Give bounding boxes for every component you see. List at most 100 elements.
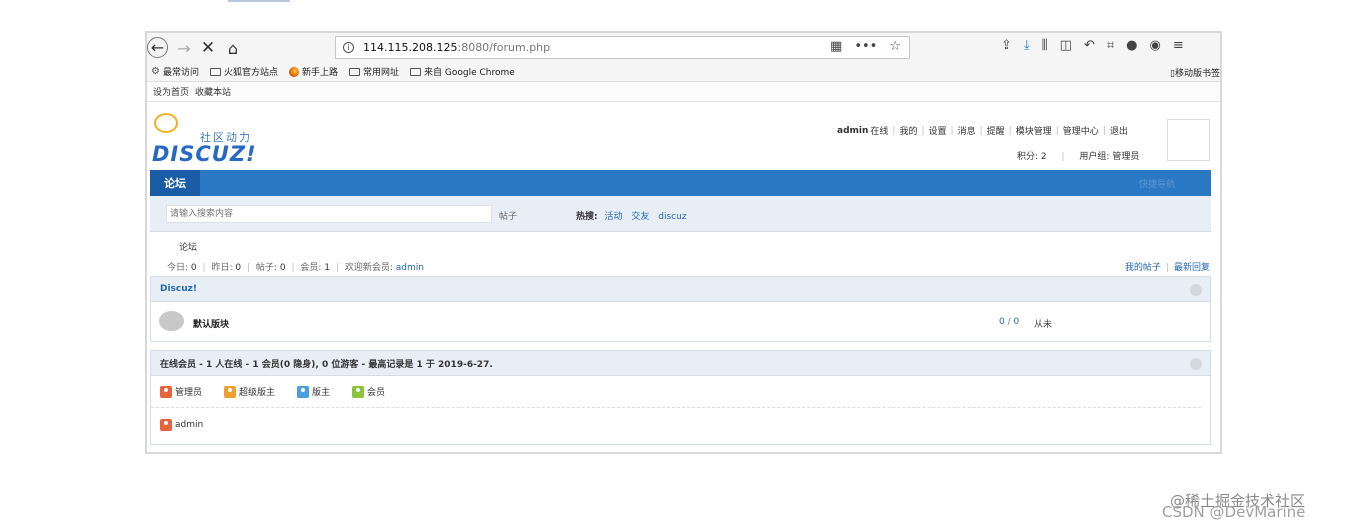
search-bar: 帖子 热搜: 活动 交友 discuz — [150, 196, 1211, 232]
bookmark-star-icon[interactable]: ☆ — [889, 39, 901, 54]
bookmark-firefox-site[interactable]: 火狐官方站点 — [209, 65, 278, 78]
bookmark-common-sites[interactable]: 常用网址 — [349, 65, 399, 78]
mobile-bookmarks[interactable]: ▯移动版书签 — [1170, 66, 1220, 79]
url-host: 114.115.208.125 — [363, 41, 458, 54]
moderator-icon — [297, 385, 310, 398]
username-link[interactable]: admin — [837, 126, 868, 136]
bookmarks-bar: ⚙ 最常访问 火狐官方站点 新手上路 常用网址 来自 Google Chrome … — [147, 62, 1220, 82]
set-home-link[interactable]: 设为首页 — [153, 85, 189, 98]
download-icon[interactable]: ⤓ — [1024, 38, 1030, 53]
search-type-select[interactable]: 帖子 — [499, 209, 517, 222]
search-input[interactable] — [166, 205, 492, 223]
browser-window: ← → ✕ ⌂ i 114.115.208.125:8080/forum.php… — [145, 31, 1222, 454]
more-actions-icon[interactable]: ••• — [854, 39, 877, 54]
legend-admin: 管理员 — [160, 385, 202, 398]
url-bar[interactable]: i 114.115.208.125:8080/forum.php ▦ ••• ☆ — [335, 36, 910, 59]
breadcrumb[interactable]: 论坛 — [179, 240, 197, 253]
online-status[interactable]: 在线 — [870, 124, 888, 137]
sidebar-icon[interactable]: ◫ — [1060, 38, 1072, 53]
undo-icon[interactable]: ↶ — [1084, 38, 1095, 53]
newest-member-link[interactable]: admin — [396, 263, 424, 273]
qr-code-icon[interactable]: ▦ — [830, 39, 842, 54]
hot-word[interactable]: 活动 — [604, 212, 622, 222]
bookmark-site-link[interactable]: 收藏本站 — [195, 85, 231, 98]
share-icon[interactable]: ⇪ — [1001, 38, 1012, 53]
home-button[interactable]: ⌂ — [222, 37, 244, 59]
menu-admin-center[interactable]: 管理中心 — [1063, 124, 1099, 137]
online-username[interactable]: admin — [175, 420, 203, 430]
main-nav: 论坛 快捷导航 — [150, 170, 1211, 196]
stop-button[interactable]: ✕ — [197, 37, 219, 59]
url-path: :8080/forum.php — [457, 41, 551, 54]
back-button[interactable]: ← — [147, 37, 168, 58]
forum-bubble-icon — [159, 311, 184, 331]
legend-moderator: 版主 — [297, 385, 330, 398]
online-header: 在线会员 - 1 人在线 - 1 会员(0 隐身), 0 位游客 - 最高记录是… — [151, 351, 1210, 376]
online-summary: 在线会员 - 1 人在线 - 1 会员(0 隐身), 0 位游客 - 最高记录是… — [160, 359, 493, 370]
user-menu: admin 在线 | 我的 | 设置 | 消息 | 提醒 | 模块管理 | 管理… — [837, 124, 1128, 138]
discuz-logo[interactable]: 社区动力 DISCUZ! — [152, 113, 272, 168]
category-box: Discuz! 默认版块 0 / 0 从未 — [150, 276, 1211, 342]
forum-page: 社区动力 DISCUZ! admin 在线 | 我的 | 设置 | 消息 | 提… — [147, 102, 1220, 452]
forum-top-bar: 设为首页 收藏本站 — [147, 82, 1220, 102]
folder-icon — [209, 67, 221, 76]
gear-icon: ⚙ — [151, 66, 160, 77]
logo-bubble-icon — [154, 113, 178, 133]
menu-notifications[interactable]: 提醒 — [987, 124, 1005, 137]
forum-name[interactable]: 默认版块 — [193, 317, 229, 330]
menu-logout[interactable]: 退出 — [1110, 124, 1128, 137]
user-group[interactable]: 用户组: 管理员 — [1079, 152, 1139, 162]
screenshot-icon[interactable]: ⌗ — [1107, 38, 1114, 53]
menu-messages[interactable]: 消息 — [958, 124, 976, 137]
tab-forum[interactable]: 论坛 — [150, 170, 200, 196]
menu-icon[interactable]: ≡ — [1173, 38, 1184, 53]
bookmark-from-chrome[interactable]: 来自 Google Chrome — [410, 65, 515, 78]
bookmark-getting-started[interactable]: 新手上路 — [289, 65, 338, 78]
points[interactable]: 积分: 2 — [1017, 152, 1047, 162]
collapse-toggle-icon[interactable] — [1190, 358, 1202, 370]
category-header: Discuz! — [151, 277, 1210, 302]
online-user-row[interactable]: admin — [151, 408, 1210, 442]
account-icon[interactable]: ◉ — [1150, 38, 1161, 53]
folder-icon — [410, 67, 422, 76]
admin-user-icon — [160, 419, 172, 431]
avatar[interactable] — [1167, 119, 1210, 161]
legend-super-moderator: 超级版主 — [224, 385, 275, 398]
online-members-box: 在线会员 - 1 人在线 - 1 会员(0 隐身), 0 位游客 - 最高记录是… — [150, 350, 1211, 445]
forum-stats: 今日: 0 | 昨日: 0 | 帖子: 0 | 会员: 1 | 欢迎新会员: a… — [167, 263, 424, 273]
user-meta: 积分: 2 | 用户组: 管理员 — [1017, 152, 1140, 162]
chat-icon[interactable]: ● — [1126, 38, 1137, 53]
hot-label: 热搜: — [576, 212, 598, 222]
latest-replies-link[interactable]: 最新回复 — [1174, 263, 1210, 273]
member-icon — [352, 385, 365, 398]
my-links: 我的帖子 | 最新回复 — [1124, 263, 1210, 273]
admin-user-icon — [160, 385, 172, 398]
stat-posts: 0 — [279, 263, 286, 273]
user-group-legend: 管理员 超级版主 版主 会员 — [151, 376, 1201, 408]
super-moderator-icon — [224, 385, 237, 398]
forum-row: 默认版块 0 / 0 从未 — [151, 302, 1210, 342]
stat-members: 1 — [324, 263, 331, 273]
stat-yesterday: 0 — [235, 263, 242, 273]
menu-settings[interactable]: 设置 — [929, 124, 947, 137]
hot-word[interactable]: 交友 — [631, 212, 649, 222]
stat-today: 0 — [190, 263, 197, 273]
info-icon[interactable]: i — [343, 42, 354, 53]
menu-module-admin[interactable]: 模块管理 — [1016, 124, 1052, 137]
forward-button[interactable]: → — [173, 37, 195, 59]
quick-nav-link[interactable]: 快捷导航 — [1139, 177, 1175, 190]
browser-toolbar: ← → ✕ ⌂ i 114.115.208.125:8080/forum.php… — [147, 33, 1220, 62]
category-title[interactable]: Discuz! — [160, 284, 197, 294]
forum-counts: 0 / 0 — [999, 317, 1020, 327]
menu-my[interactable]: 我的 — [899, 124, 917, 137]
library-icon[interactable]: ⫼ — [1042, 38, 1048, 53]
hot-searches: 热搜: 活动 交友 discuz — [576, 209, 693, 222]
firefox-icon — [289, 66, 299, 77]
top-edge-mark — [228, 0, 290, 2]
my-posts-link[interactable]: 我的帖子 — [1125, 263, 1161, 273]
hot-word[interactable]: discuz — [658, 212, 686, 222]
bookmark-most-visited[interactable]: ⚙ 最常访问 — [151, 65, 199, 78]
collapse-toggle-icon[interactable] — [1190, 284, 1202, 296]
folder-icon — [349, 67, 361, 76]
forum-last-post: 从未 — [1034, 320, 1053, 330]
